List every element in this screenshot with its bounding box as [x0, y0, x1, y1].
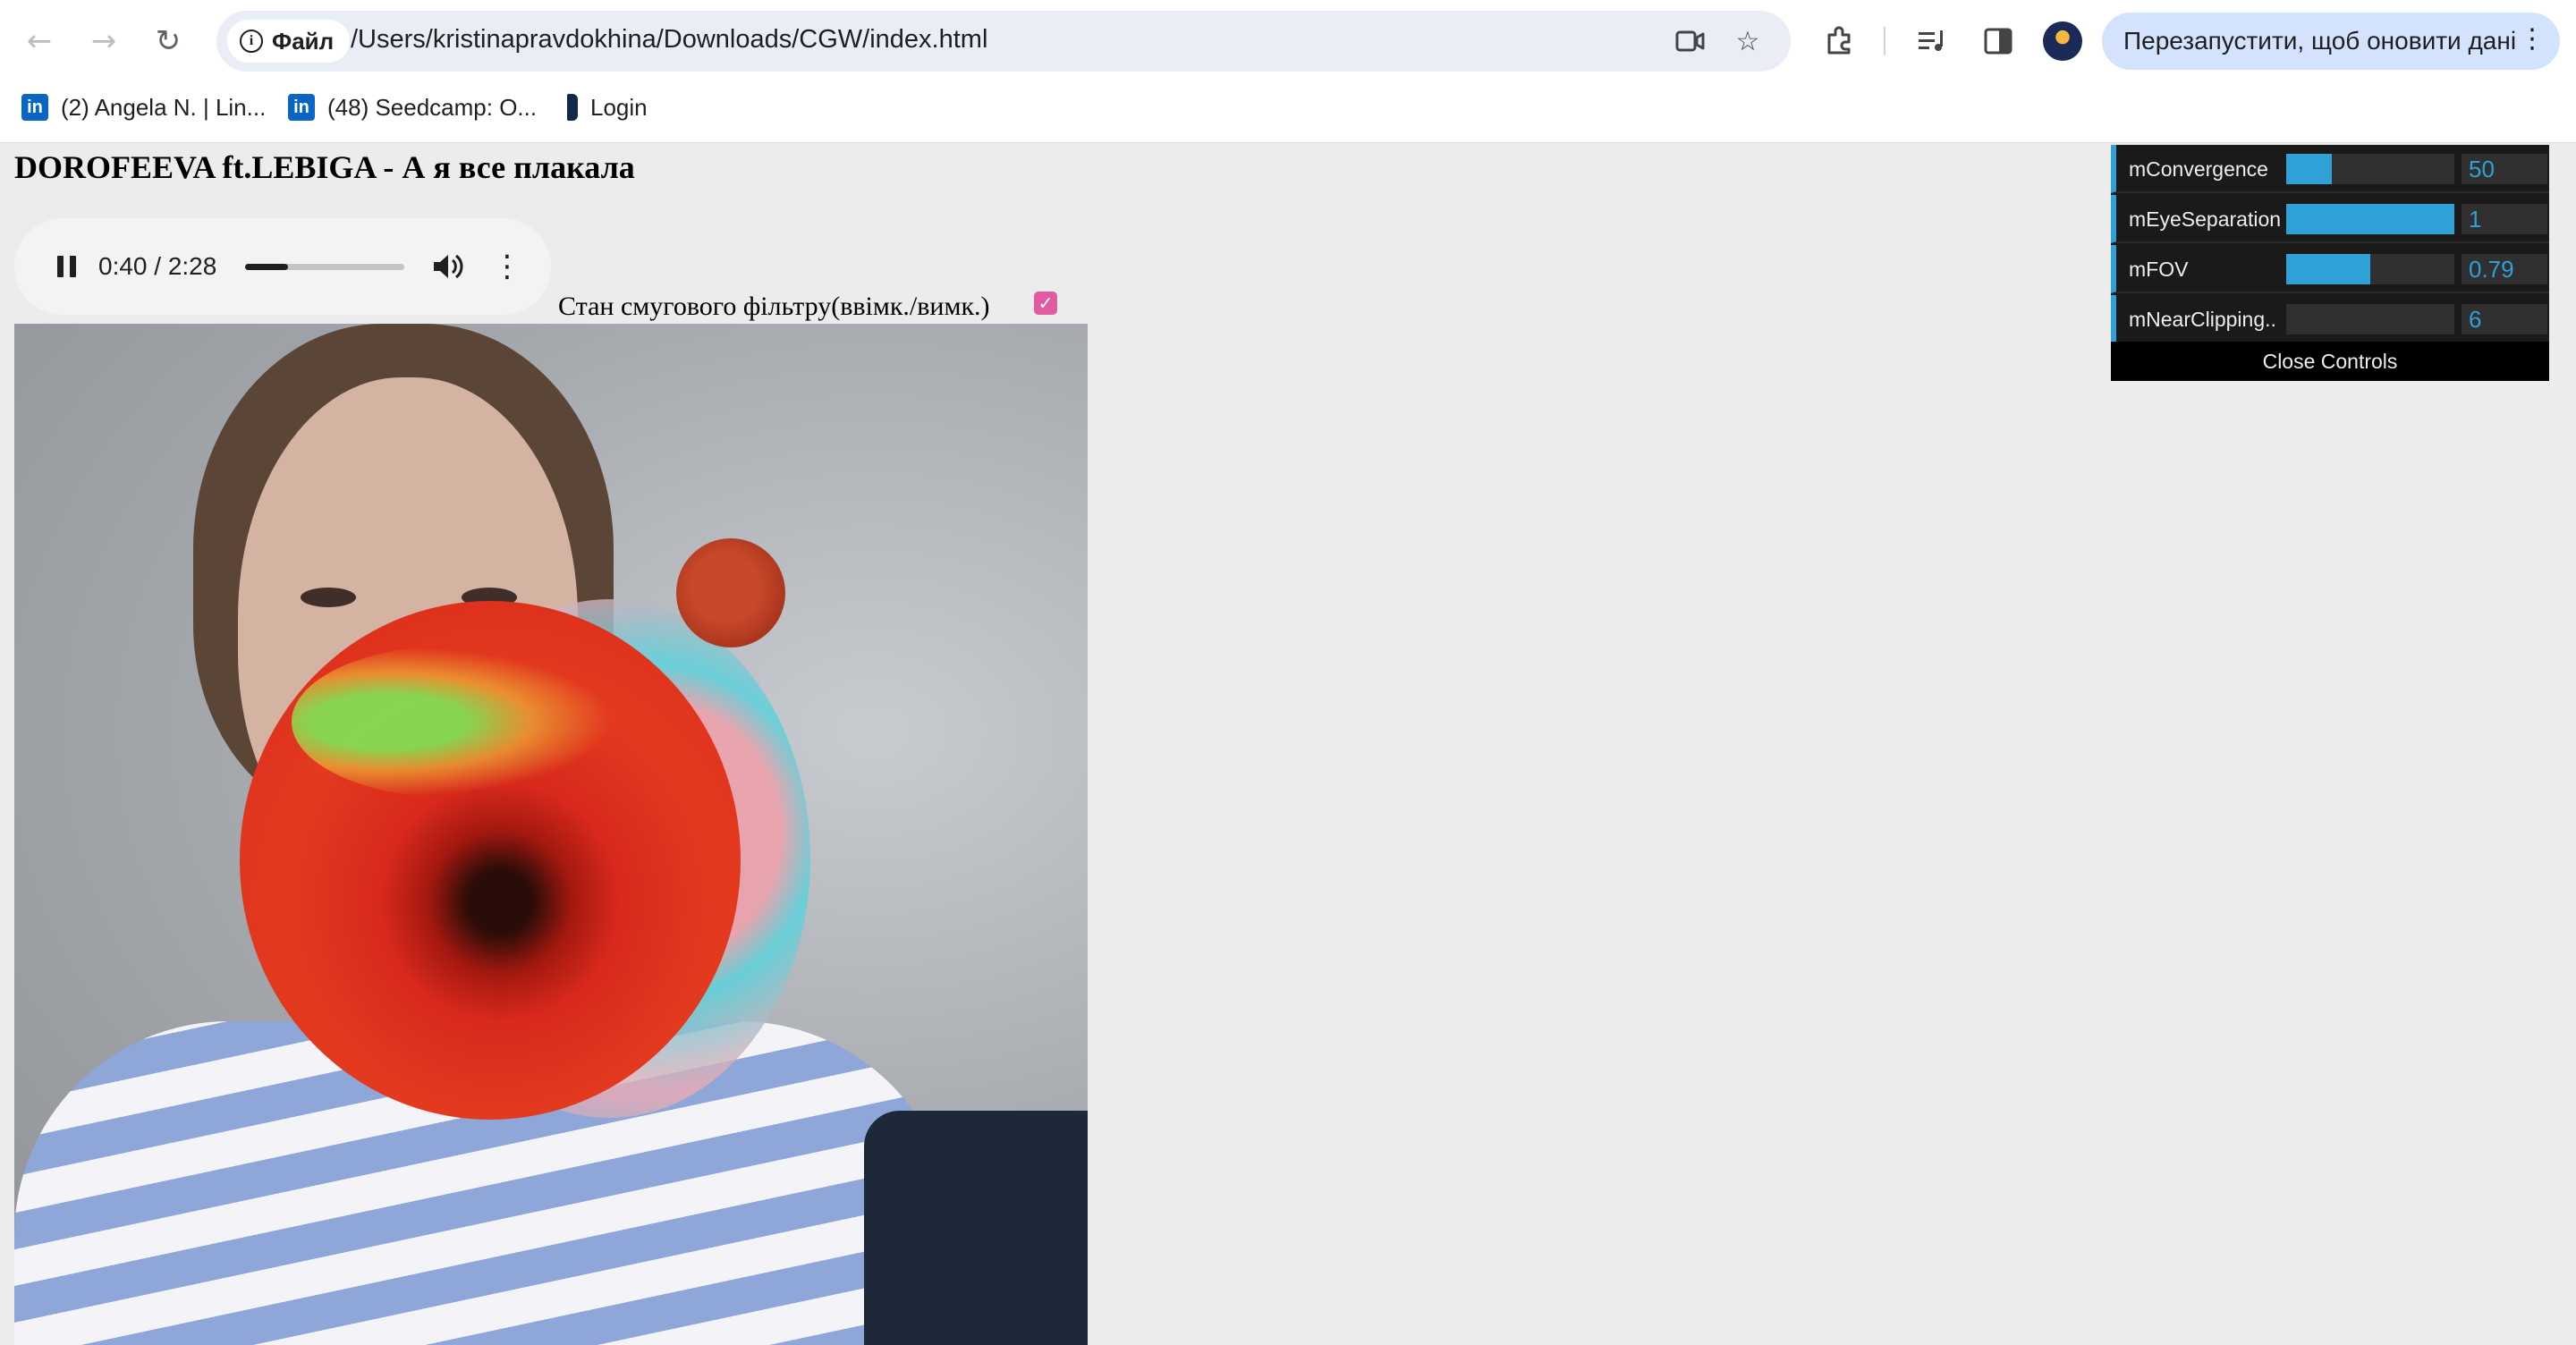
bookmark-label: (48) Seedcamp: O...	[327, 93, 538, 121]
relaunch-button[interactable]: Перезапустити, щоб оновити дані ⋮	[2102, 13, 2560, 70]
reload-icon[interactable]: ↻	[147, 20, 190, 63]
url-text[interactable]: /Users/kristinapravdokhina/Downloads/CGW…	[351, 25, 987, 55]
site-info-chip[interactable]: i Файл	[227, 20, 351, 63]
gui-row-meyeseparation: mEyeSeparation 1	[2111, 195, 2549, 243]
bookmark-item[interactable]: in (2) Angela N. | Lin...	[21, 89, 266, 125]
gui-row-mfov: mFOV 0.79	[2111, 245, 2549, 293]
gui-row-mnearclipping: mNearClipping.. 6	[2111, 295, 2549, 343]
gui-value-input[interactable]: 6	[2462, 304, 2547, 334]
volume-icon[interactable]	[428, 247, 467, 286]
more-vert-icon[interactable]: ⋮	[2519, 23, 2546, 55]
puzzle-icon[interactable]	[1819, 21, 1859, 61]
filter-label: Стан смугового фільтру(ввімк./вимк.)	[558, 292, 990, 321]
song-title: DOROFEEVA ft.LEBIGA - А я все плакала	[14, 149, 635, 185]
site-info-label: Файл	[272, 27, 335, 55]
gui-slider[interactable]	[2286, 254, 2454, 284]
gui-slider[interactable]	[2286, 154, 2454, 184]
bookmark-label: Login	[590, 93, 648, 121]
camera-icon[interactable]	[1673, 23, 1708, 59]
browser-toolbar: ← → ↻ i Файл /Users/kristinapravdokhina/…	[0, 0, 2576, 82]
gui-label: mEyeSeparation	[2129, 207, 2282, 231]
avatar[interactable]	[2043, 21, 2082, 61]
gui-value-input[interactable]: 1	[2462, 204, 2547, 234]
filter-checkbox[interactable]: ✓	[1034, 292, 1057, 315]
bookmark-item[interactable]: Login	[567, 89, 648, 125]
toolbar-separator	[1884, 27, 1885, 55]
info-icon: i	[240, 30, 263, 53]
gui-slider-fill	[2286, 204, 2454, 234]
audio-player[interactable]: 0:40 / 2:28 ⋮	[14, 218, 551, 315]
person-eye	[301, 588, 356, 607]
gui-label: mFOV	[2129, 258, 2189, 281]
webgl-canvas[interactable]	[14, 324, 1088, 1345]
gui-slider[interactable]	[2286, 204, 2454, 234]
gui-label: mNearClipping..	[2129, 308, 2276, 331]
bookmark-icon	[567, 94, 578, 121]
browser-chrome: ← → ↻ i Файл /Users/kristinapravdokhina/…	[0, 0, 2576, 143]
audio-time: 0:40 / 2:28	[98, 252, 217, 280]
more-vert-icon[interactable]: ⋮	[492, 247, 522, 286]
close-controls-button[interactable]: Close Controls	[2111, 342, 2549, 381]
side-panel-icon[interactable]	[1979, 21, 2018, 61]
gui-row-mconvergence: mConvergence 50	[2111, 145, 2549, 193]
linkedin-icon: in	[21, 94, 48, 121]
bookmark-label: (2) Angela N. | Lin...	[61, 93, 267, 121]
sphere-texture-highlight	[292, 646, 614, 798]
bookmarks-bar: in (2) Angela N. | Lin... in (48) Seedca…	[0, 86, 2576, 131]
linkedin-icon: in	[288, 94, 315, 121]
gui-slider[interactable]	[2286, 304, 2454, 334]
bookmark-item[interactable]: in (48) Seedcamp: O...	[288, 89, 537, 125]
audio-seek-progress	[245, 264, 289, 270]
small-sphere	[676, 538, 785, 647]
relaunch-label: Перезапустити, щоб оновити дані	[2123, 27, 2517, 55]
gui-value-input[interactable]: 50	[2462, 154, 2547, 184]
address-bar[interactable]: i Файл /Users/kristinapravdokhina/Downlo…	[216, 11, 1791, 72]
pause-icon[interactable]	[50, 250, 82, 283]
star-icon[interactable]: ☆	[1730, 23, 1766, 59]
back-arrow-icon[interactable]: ←	[18, 20, 61, 63]
audio-seek-bar[interactable]	[245, 264, 404, 270]
sofa	[864, 1111, 1088, 1345]
gui-slider-fill	[2286, 254, 2370, 284]
forward-arrow-icon[interactable]: →	[82, 20, 125, 63]
gui-value-input[interactable]: 0.79	[2462, 254, 2547, 284]
media-controls-icon[interactable]	[1912, 21, 1952, 61]
gui-slider-fill	[2286, 154, 2332, 184]
gui-controls-panel: mConvergence 50 mEyeSeparation 1 mFOV 0.…	[2111, 145, 2549, 381]
gui-label: mConvergence	[2129, 157, 2268, 181]
